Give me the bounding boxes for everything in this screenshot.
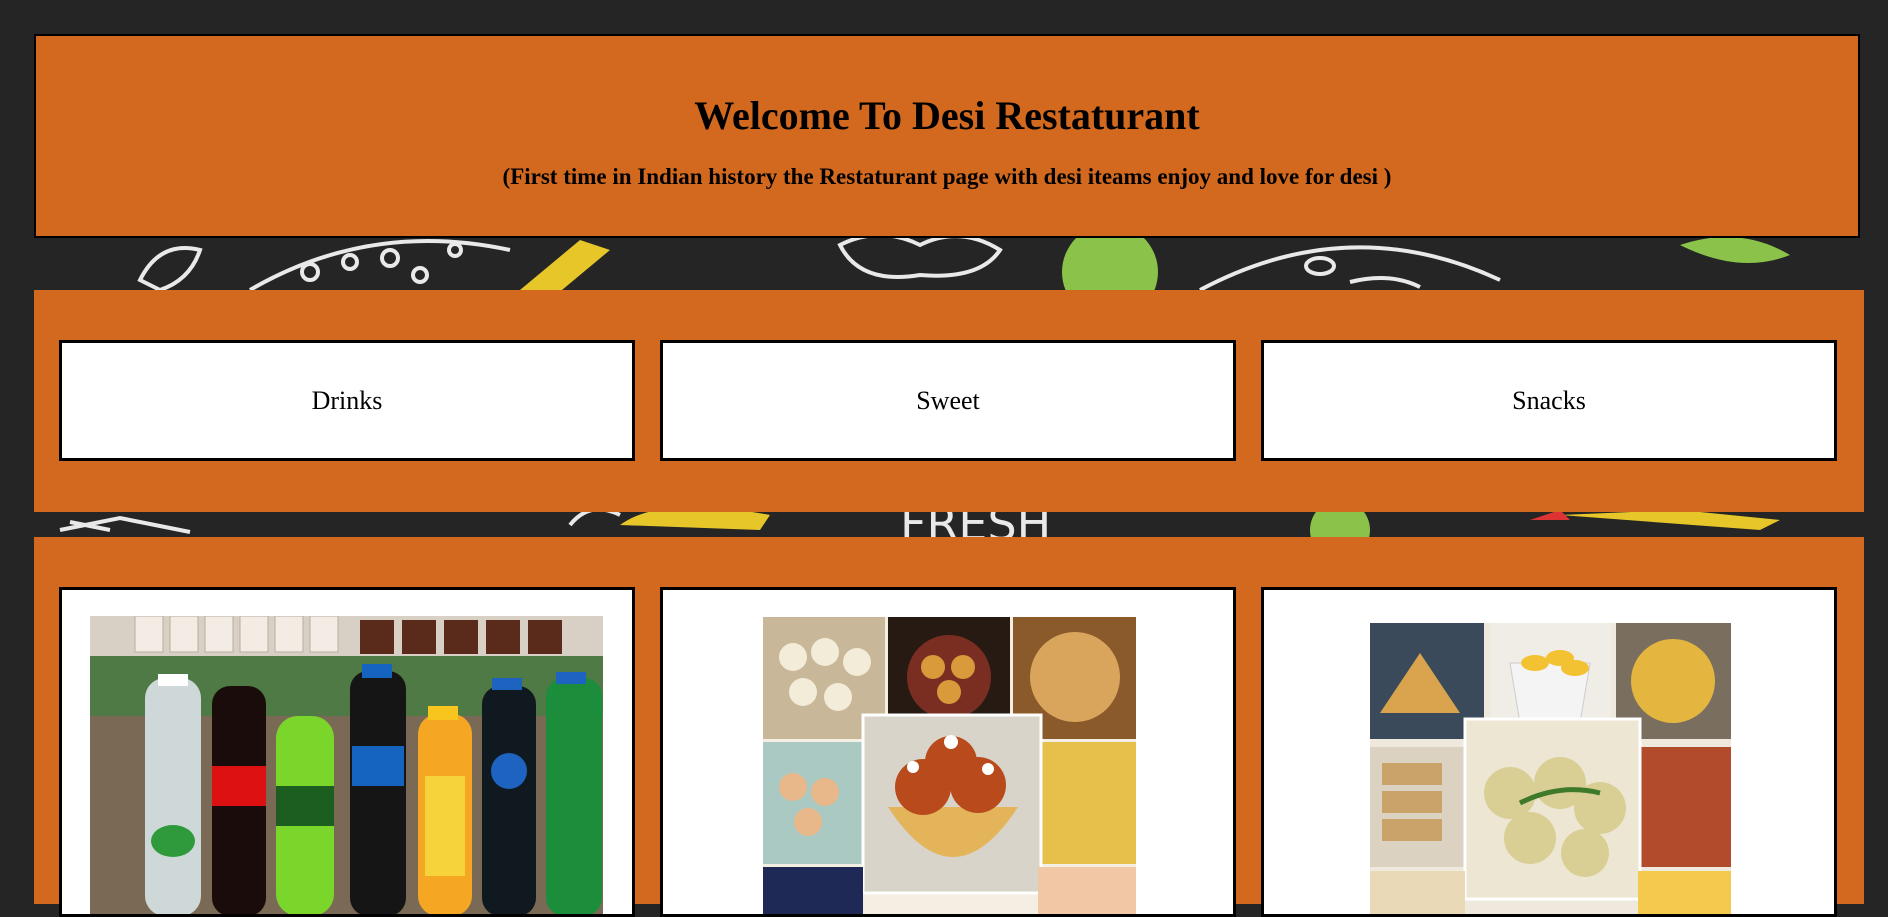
snacks-image-card[interactable] — [1261, 587, 1837, 917]
sweets-image-card[interactable] — [660, 587, 1236, 917]
category-panel: Drinks Sweet Snacks — [34, 290, 1864, 512]
drinks-image-card[interactable] — [59, 587, 635, 917]
snacks-image — [1370, 623, 1731, 914]
page-title: Welcome To Desi Restaturant — [694, 93, 1200, 138]
welcome-header: Welcome To Desi Restaturant (First time … — [34, 34, 1860, 238]
drinks-image — [90, 616, 603, 914]
sweets-image — [763, 617, 1136, 914]
category-snacks[interactable]: Snacks — [1261, 340, 1837, 461]
page-subtitle: (First time in Indian history the Restat… — [502, 164, 1392, 189]
category-drinks[interactable]: Drinks — [59, 340, 635, 461]
category-sweet[interactable]: Sweet — [660, 340, 1236, 461]
image-panel — [34, 537, 1864, 917]
